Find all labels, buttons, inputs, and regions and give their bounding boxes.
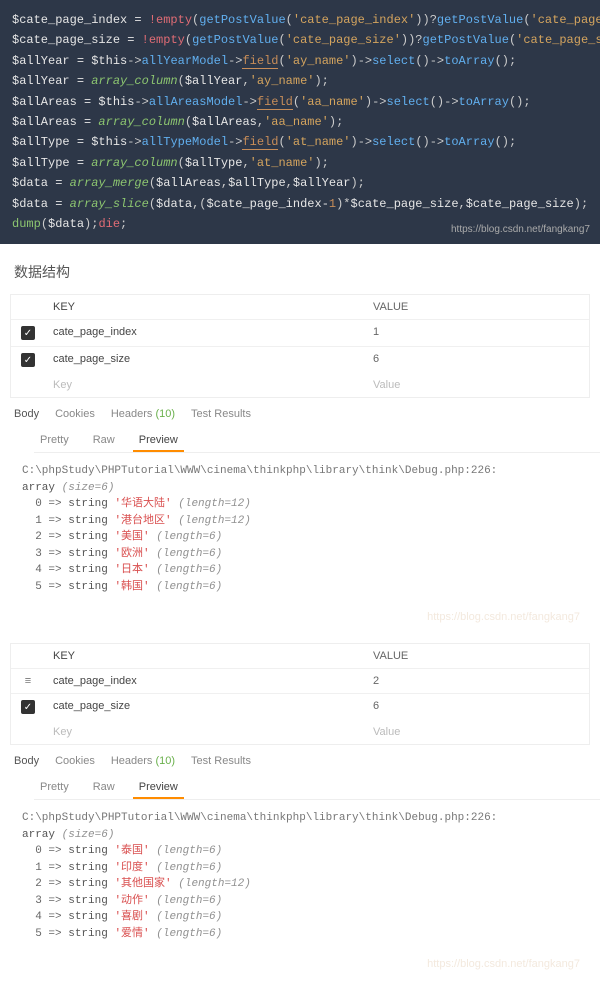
col-value: VALUE — [365, 644, 589, 668]
code-line: $allType = array_column($allType,'at_nam… — [12, 153, 588, 173]
code-line: $allType = $this->allTypeModel->field('a… — [12, 132, 588, 152]
params-table-2: KEY VALUE ≡cate_page_index2 ✓ cate_page_si… — [10, 643, 590, 745]
code-watermark: https://blog.csdn.net/fangkang7 — [451, 221, 590, 238]
table-header-row: KEY VALUE — [11, 644, 589, 669]
cell-value[interactable]: 6 — [365, 347, 589, 373]
response-tabs: Body Cookies Headers (10) Test Results — [14, 408, 586, 424]
checkbox[interactable]: ✓ — [21, 326, 35, 340]
code-line: $allAreas = array_column($allAreas,'aa_n… — [12, 112, 588, 132]
col-value: VALUE — [365, 295, 589, 319]
code-line: $cate_page_size = !empty(getPostValue('c… — [12, 30, 588, 50]
response-tabs-2: Body Cookies Headers (10) Test Results — [14, 755, 586, 771]
body-watermark-2: https://blog.csdn.net/fangkang7 — [0, 950, 600, 990]
table-row[interactable]: ≡cate_page_index2 — [11, 669, 589, 694]
cell-key[interactable]: cate_page_size — [45, 347, 365, 373]
preview-output-1: C:\phpStudy\PHPTutorial\WWW\cinema\think… — [22, 463, 600, 595]
subtab-raw[interactable]: Raw — [87, 430, 121, 452]
tab-test-results[interactable]: Test Results — [191, 408, 251, 424]
subtab-pretty[interactable]: Pretty — [34, 430, 75, 452]
tab-body[interactable]: Body — [14, 755, 39, 771]
tab-headers[interactable]: Headers (10) — [111, 408, 175, 424]
cell-key[interactable]: cate_page_size — [45, 694, 365, 720]
code-line: $allAreas = $this->allAreasModel->field(… — [12, 92, 588, 112]
cell-value[interactable]: 2 — [365, 669, 589, 693]
code-line: $allYear = $this->allYearModel->field('a… — [12, 51, 588, 71]
cell-key[interactable]: cate_page_index — [45, 320, 365, 346]
body-watermark: https://blog.csdn.net/fangkang7 — [0, 603, 600, 643]
code-block: $cate_page_index = !empty(getPostValue('… — [0, 0, 600, 244]
checkbox[interactable]: ✓ — [21, 353, 35, 367]
cell-key[interactable]: cate_page_index — [45, 669, 365, 693]
body-subtabs: Pretty Raw Preview — [34, 430, 600, 453]
cell-value[interactable]: 6 — [365, 694, 589, 720]
table-row-empty[interactable]: Key Value — [11, 720, 589, 744]
col-key: KEY — [45, 295, 365, 319]
code-line: $cate_page_index = !empty(getPostValue('… — [12, 10, 588, 30]
tab-cookies[interactable]: Cookies — [55, 755, 95, 771]
tab-body[interactable]: Body — [14, 408, 39, 424]
subtab-preview[interactable]: Preview — [133, 777, 184, 799]
cell-value[interactable]: 1 — [365, 320, 589, 346]
body-subtabs-2: Pretty Raw Preview — [34, 777, 600, 800]
code-line: $data = array_merge($allAreas,$allType,$… — [12, 173, 588, 193]
tab-headers[interactable]: Headers (10) — [111, 755, 175, 771]
checkbox[interactable]: ✓ — [21, 700, 35, 714]
subtab-preview[interactable]: Preview — [133, 430, 184, 452]
table-row[interactable]: ✓ cate_page_index1 — [11, 320, 589, 347]
table-header-row: KEY VALUE — [11, 295, 589, 320]
subtab-pretty[interactable]: Pretty — [34, 777, 75, 799]
params-table-1: KEY VALUE ✓ cate_page_index1 ✓ cate_page_si… — [10, 294, 590, 398]
preview-output-2: C:\phpStudy\PHPTutorial\WWW\cinema\think… — [22, 810, 600, 942]
tab-cookies[interactable]: Cookies — [55, 408, 95, 424]
hamburger-icon[interactable]: ≡ — [11, 669, 45, 693]
subtab-raw[interactable]: Raw — [87, 777, 121, 799]
section-title: 数据结构 — [14, 262, 600, 282]
code-line: $allYear = array_column($allYear,'ay_nam… — [12, 71, 588, 91]
code-line: $data = array_slice($data,($cate_page_in… — [12, 194, 588, 214]
table-row-empty[interactable]: Key Value — [11, 373, 589, 397]
col-key: KEY — [45, 644, 365, 668]
table-row[interactable]: ✓ cate_page_size6 — [11, 347, 589, 373]
tab-test-results[interactable]: Test Results — [191, 755, 251, 771]
table-row[interactable]: ✓ cate_page_size6 — [11, 694, 589, 720]
